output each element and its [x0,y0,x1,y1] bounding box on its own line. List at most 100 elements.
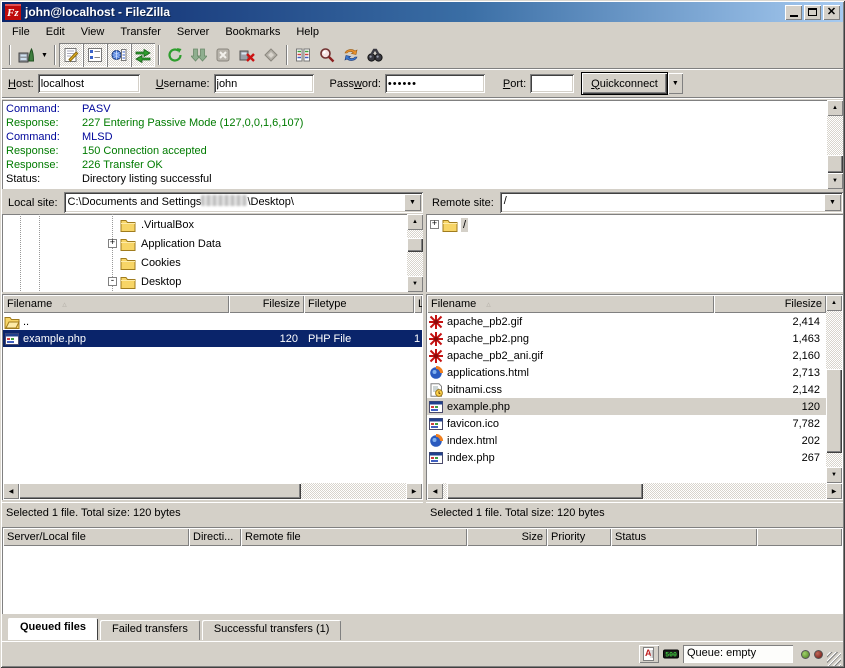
menu-transfer[interactable]: Transfer [112,23,169,41]
toggle-message-log-button[interactable] [59,43,83,67]
toolbar-separator [158,45,160,65]
column-header-filesize[interactable]: Filesize [714,295,826,313]
column-header-priority[interactable]: Priority [547,528,611,546]
scroll-left-icon[interactable]: ◀ [3,483,19,499]
file-row-example-php[interactable]: example.php120 [427,398,826,415]
scroll-right-icon[interactable]: ▶ [406,483,422,499]
scroll-up-icon[interactable]: ▲ [827,100,843,116]
toolbar-grip [9,45,11,65]
scroll-right-icon[interactable]: ▶ [826,483,842,499]
file-row-example-php[interactable]: example.php 120 PHP File 1 [3,330,422,347]
disconnect-button[interactable] [235,43,259,67]
refresh-button[interactable] [163,43,187,67]
quickconnect-dropdown-button[interactable]: ▼ [668,73,683,94]
minimize-button[interactable] [785,5,802,20]
menu-file[interactable]: File [4,23,38,41]
file-row[interactable]: bitnami.css2,142 [427,381,826,398]
directory-comparison-button[interactable] [291,43,315,67]
file-row[interactable]: index.html202 [427,432,826,449]
resize-grip[interactable] [827,652,841,666]
cancel-operation-button[interactable] [211,43,235,67]
reconnect-button[interactable] [259,43,283,67]
menu-server[interactable]: Server [169,23,217,41]
column-header-filename[interactable]: Filename▵ [427,295,714,313]
host-input[interactable] [38,74,140,93]
scroll-left-icon[interactable]: ◀ [427,483,443,499]
scroll-down-icon[interactable]: ▼ [407,276,423,292]
scrollbar-thumb[interactable] [447,483,643,499]
tab-failed-transfers[interactable]: Failed transfers [100,620,200,640]
expand-icon[interactable]: + [430,220,439,229]
local-file-list: Filename▵ Filesize Filetype L .. example… [2,294,423,500]
transfer-queue: Server/Local file Directi... Remote file… [2,527,843,614]
scrollbar-thumb[interactable] [826,369,842,453]
file-row[interactable]: apache_pb2_ani.gif2,160 [427,347,826,364]
speed-limits-indicator[interactable]: 500 [661,645,681,663]
column-header-filename[interactable]: Filename▵ [3,295,229,313]
transfer-type-indicator[interactable]: A [639,645,659,663]
column-header-filetype[interactable]: Filetype [304,295,414,313]
column-header-filesize[interactable]: Filesize [229,295,304,313]
log-vertical-scrollbar[interactable]: ▲ ▼ [827,100,843,189]
remote-list-vertical-scrollbar[interactable]: ▲ ▼ [826,295,842,483]
log-line: Command:PASV [6,102,827,116]
close-button[interactable]: ✕ [823,5,840,20]
local-site-dropdown-icon[interactable]: ▼ [404,194,421,211]
column-header-remote-file[interactable]: Remote file [241,528,467,546]
column-header-size[interactable]: Size [467,528,547,546]
message-log-icon [63,47,79,63]
file-row[interactable]: applications.html2,713 [427,364,826,381]
column-header-direction[interactable]: Directi... [189,528,241,546]
username-input[interactable] [214,74,314,93]
synchronized-browsing-button[interactable] [339,43,363,67]
toggle-transfer-queue-button[interactable] [131,43,155,67]
menu-help[interactable]: Help [288,23,327,41]
toggle-remote-tree-button[interactable] [107,43,131,67]
menu-view[interactable]: View [73,23,113,41]
tree-item-virtualbox[interactable]: .VirtualBox [2,215,407,234]
scrollbar-thumb[interactable] [827,155,843,173]
local-site-combo[interactable]: C:\Documents and Settings\Desktop\ ▼ [64,192,423,213]
file-row-parent-dir[interactable]: .. [3,313,422,330]
tab-successful-transfers[interactable]: Successful transfers (1) [202,620,342,640]
file-row[interactable]: apache_pb2.gif2,414 [427,313,826,330]
quickconnect-button[interactable]: Quickconnect [582,73,667,94]
password-input[interactable] [385,74,485,93]
file-row[interactable]: favicon.ico7,782 [427,415,826,432]
open-site-manager-button[interactable] [14,43,38,67]
tree-item-desktop[interactable]: - Desktop [2,272,407,291]
scroll-down-icon[interactable]: ▼ [827,173,843,189]
collapse-icon[interactable]: - [108,277,117,286]
port-input[interactable] [530,74,574,93]
html-file-icon [428,366,444,380]
maximize-button[interactable] [804,5,821,20]
tree-item-root[interactable]: + / [426,215,843,234]
scroll-up-icon[interactable]: ▲ [407,214,423,230]
process-queue-button[interactable] [187,43,211,67]
scrollbar-thumb[interactable] [407,238,423,252]
tree-item-cookies[interactable]: Cookies [2,253,407,272]
expand-icon[interactable]: + [108,239,117,248]
column-header-status[interactable]: Status [611,528,757,546]
site-manager-dropdown-button[interactable]: ▼ [38,43,51,67]
scroll-down-icon[interactable]: ▼ [826,467,842,483]
remote-site-combo[interactable]: / ▼ [500,192,843,213]
local-list-horizontal-scrollbar[interactable]: ◀ ▶ [3,483,422,499]
file-row[interactable]: apache_pb2.png1,463 [427,330,826,347]
menu-edit[interactable]: Edit [38,23,73,41]
toggle-local-tree-button[interactable] [83,43,107,67]
tab-queued-files[interactable]: Queued files [8,618,98,640]
scroll-up-icon[interactable]: ▲ [826,295,842,311]
php-file-icon [428,400,444,414]
menu-bookmarks[interactable]: Bookmarks [217,23,288,41]
file-search-button[interactable] [315,43,339,67]
filter-button[interactable] [363,43,387,67]
scrollbar-thumb[interactable] [19,483,301,499]
file-row[interactable]: index.php267 [427,449,826,466]
remote-list-horizontal-scrollbar[interactable]: ◀ ▶ [427,483,842,499]
remote-site-dropdown-icon[interactable]: ▼ [824,194,841,211]
tree-item-application-data[interactable]: + Application Data [2,234,407,253]
column-header-lastmodified[interactable]: L [414,295,422,313]
local-tree-vertical-scrollbar[interactable]: ▲ ▼ [407,214,423,292]
column-header-server-local-file[interactable]: Server/Local file [3,528,189,546]
